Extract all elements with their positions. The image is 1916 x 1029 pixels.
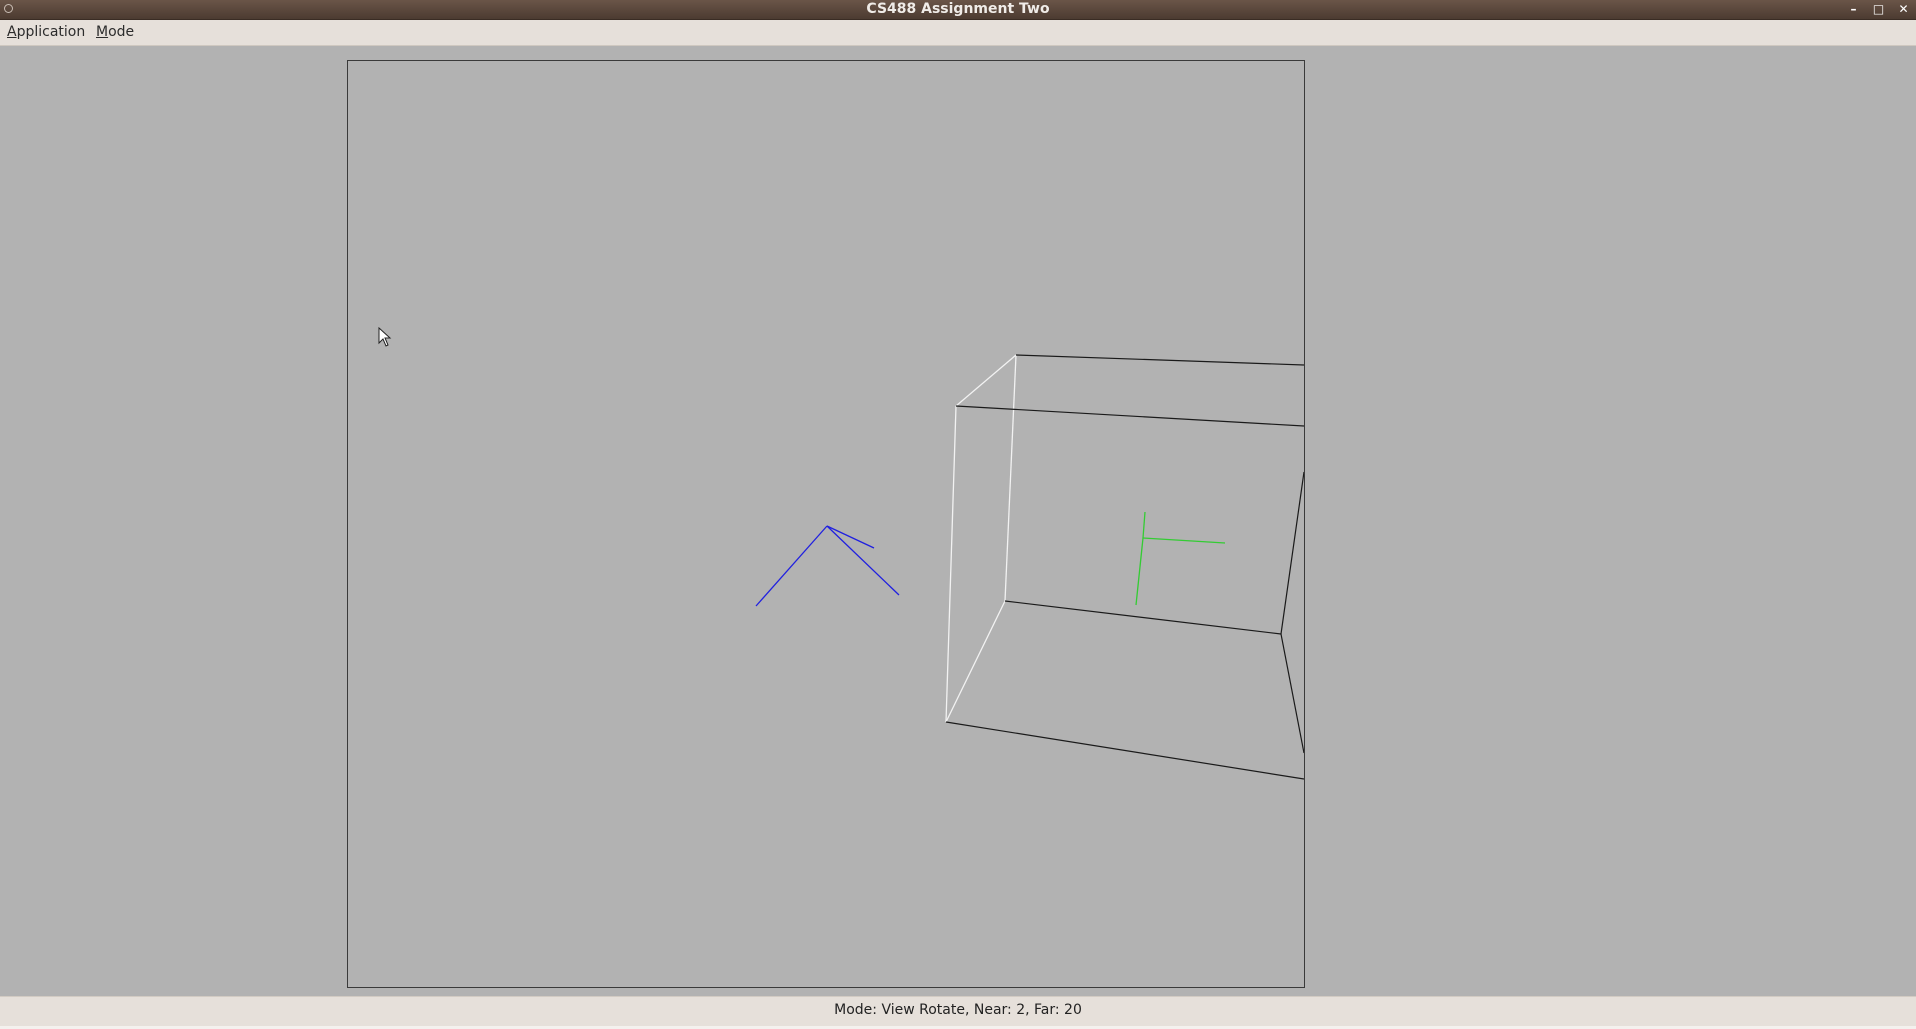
menu-mode-mnemonic: M	[96, 24, 109, 40]
box-edge	[1004, 600, 1282, 635]
gnomon-axis	[1142, 537, 1226, 544]
menu-application-mnemonic: A	[7, 24, 17, 40]
box-edge	[955, 354, 1017, 407]
world-gnomon	[1135, 511, 1226, 606]
gnomon-axis	[1142, 511, 1146, 539]
menu-mode[interactable]: Mode	[96, 20, 134, 45]
menu-mode-label: ode	[108, 24, 135, 40]
box-edge	[1015, 354, 1304, 366]
box-edge	[1280, 471, 1304, 635]
gnomon-axis	[1135, 537, 1144, 606]
close-button[interactable]: ✕	[1893, 1, 1914, 17]
gl-viewport[interactable]	[347, 60, 1305, 988]
box-edge	[945, 600, 1006, 723]
minimize-button[interactable]: –	[1843, 1, 1864, 17]
box-edge	[945, 405, 957, 723]
window-titlebar[interactable]: CS488 Assignment Two – □ ✕	[0, 0, 1916, 20]
model-gnomon	[755, 525, 900, 607]
status-text: Mode: View Rotate, Near: 2, Far: 20	[834, 1002, 1082, 1018]
box-edge	[1280, 633, 1304, 754]
box-edge	[955, 405, 1304, 427]
gnomon-axis	[826, 525, 900, 596]
menu-application-label: pplication	[16, 24, 86, 40]
gnomon-axis	[826, 525, 875, 549]
scene-drawing	[755, 354, 1304, 780]
box-edge	[1004, 354, 1017, 602]
box-back-edges	[945, 354, 1304, 780]
box-edge	[945, 721, 1304, 780]
status-bar: Mode: View Rotate, Near: 2, Far: 20	[0, 996, 1916, 1027]
menu-application[interactable]: Application	[7, 20, 85, 45]
gnomon-axis	[755, 525, 828, 607]
maximize-button[interactable]: □	[1868, 1, 1889, 17]
mouse-pointer-icon	[378, 327, 392, 347]
box-front-edges	[945, 354, 1017, 723]
menu-bar: Application Mode	[0, 20, 1916, 46]
window-title: CS488 Assignment Two	[866, 1, 1050, 17]
